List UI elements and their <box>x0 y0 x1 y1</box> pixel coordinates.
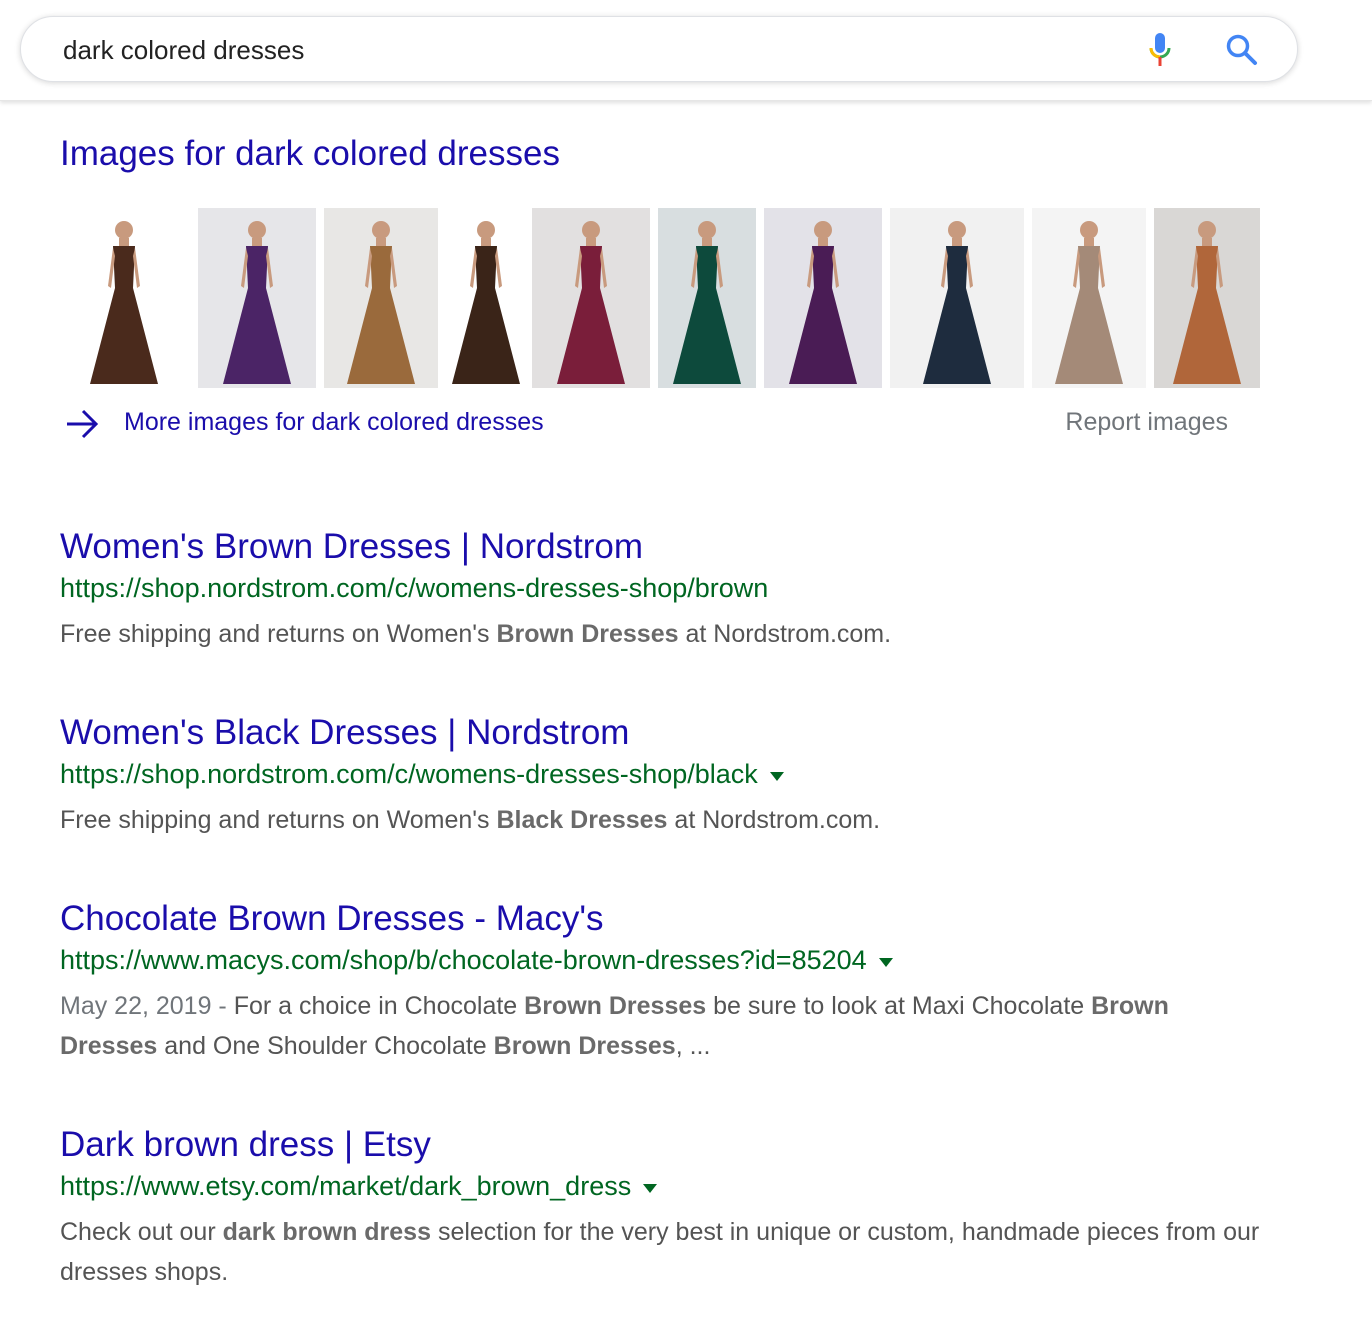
search-result: Chocolate Brown Dresses - Macy's https:/… <box>60 898 1260 1066</box>
image-thumbnail[interactable] <box>1154 208 1260 388</box>
result-options-caret-icon[interactable] <box>769 772 784 782</box>
snippet-text: Free shipping and returns on Women's <box>60 806 497 834</box>
result-title-link[interactable]: Dark brown dress | Etsy <box>60 1124 1260 1166</box>
search-result: Dark brown dress | Etsy https://www.etsy… <box>60 1124 1260 1292</box>
result-snippet: Free shipping and returns on Women's Bro… <box>60 614 1260 654</box>
images-heading-link[interactable]: Images for dark colored dresses <box>60 134 560 174</box>
result-snippet: Free shipping and returns on Women's Bla… <box>60 800 1260 840</box>
result-title-link[interactable]: Women's Black Dresses | Nordstrom <box>60 712 1260 754</box>
snippet-text: , ... <box>675 1032 711 1060</box>
image-thumbnail[interactable] <box>198 208 316 388</box>
search-header <box>0 0 1372 101</box>
snippet-highlight: Brown Dresses <box>493 1032 676 1060</box>
result-title-link[interactable]: Women's Brown Dresses | Nordstrom <box>60 526 1260 568</box>
snippet-text: Free shipping and returns on Women's <box>60 620 497 648</box>
snippet-highlight: Black Dresses <box>496 806 668 834</box>
result-title-link[interactable]: Chocolate Brown Dresses - Macy's <box>60 898 1260 940</box>
image-thumbnail[interactable] <box>1032 208 1146 388</box>
result-url[interactable]: https://shop.nordstrom.com/c/womens-dres… <box>60 759 758 789</box>
snippet-text: at Nordstrom.com. <box>667 806 881 834</box>
image-thumbnail[interactable] <box>446 208 526 388</box>
snippet-text: be sure to look at Maxi Chocolate <box>706 992 1092 1020</box>
result-options-caret-icon[interactable] <box>878 958 893 968</box>
image-thumbnail[interactable] <box>764 208 882 388</box>
image-thumbnail[interactable] <box>658 208 756 388</box>
mic-icon[interactable] <box>1147 31 1173 69</box>
image-thumbnail[interactable] <box>60 208 188 388</box>
result-snippet: May 22, 2019 - For a choice in Chocolate… <box>60 986 1260 1066</box>
result-options-caret-icon[interactable] <box>643 1184 658 1194</box>
snippet-highlight: Brown Dresses <box>496 620 679 648</box>
more-images-row: More images for dark colored dresses Rep… <box>60 404 1240 444</box>
image-thumbnail[interactable] <box>324 208 438 388</box>
result-url[interactable]: https://shop.nordstrom.com/c/womens-dres… <box>60 573 768 603</box>
image-thumbnail[interactable] <box>532 208 650 388</box>
search-input[interactable] <box>63 31 1103 69</box>
report-images-link[interactable]: Report images <box>1065 408 1228 437</box>
snippet-highlight: Brown Dresses <box>524 992 707 1020</box>
result-date: May 22, 2019 - <box>60 992 234 1020</box>
search-result: Women's Brown Dresses | Nordstrom https:… <box>60 526 1260 654</box>
search-box[interactable] <box>20 16 1298 82</box>
image-thumbnail[interactable] <box>890 208 1024 388</box>
snippet-text: at Nordstrom.com. <box>678 620 892 648</box>
result-snippet: Check out our dark brown dress selection… <box>60 1212 1260 1292</box>
search-icon[interactable] <box>1225 33 1259 67</box>
result-url[interactable]: https://www.etsy.com/market/dark_brown_d… <box>60 1171 631 1201</box>
result-url[interactable]: https://www.macys.com/shop/b/chocolate-b… <box>60 945 867 975</box>
arrow-right-icon[interactable] <box>64 408 100 440</box>
snippet-highlight: dark brown dress <box>222 1218 431 1246</box>
snippet-text: Check out our <box>60 1218 223 1246</box>
search-result: Women's Black Dresses | Nordstrom https:… <box>60 712 1260 840</box>
more-images-link[interactable]: More images for dark colored dresses <box>124 408 544 437</box>
snippet-text: For a choice in Chocolate <box>233 992 525 1020</box>
snippet-text: and One Shoulder Chocolate <box>157 1032 494 1060</box>
